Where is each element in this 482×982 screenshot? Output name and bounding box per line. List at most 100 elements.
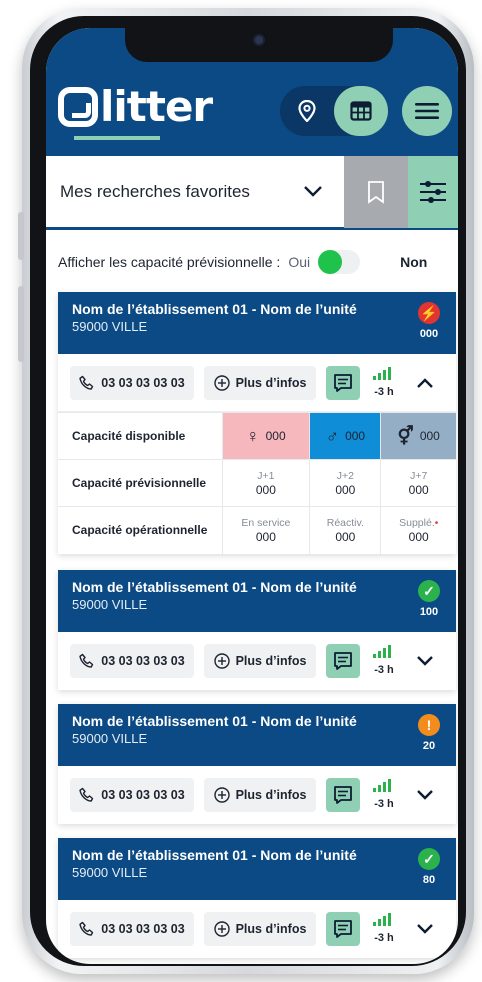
card-actions: 03 03 03 03 03 Plus d’infos -3 h (58, 766, 456, 824)
card-title: Nom de l’établissement 01 - Nom de l’uni… (72, 713, 357, 729)
operational-type-label: En service (241, 516, 291, 529)
more-info-button[interactable]: Plus d’infos (204, 912, 316, 946)
card-actions: 03 03 03 03 03 Plus d’infos -3 h (58, 900, 456, 958)
message-icon (334, 920, 352, 938)
card-header[interactable]: Nom de l’établissement 01 - Nom de l’uni… (58, 292, 456, 354)
card-header[interactable]: Nom de l’établissement 01 - Nom de l’uni… (58, 838, 456, 900)
card-title: Nom de l’établissement 01 - Nom de l’uni… (72, 579, 357, 595)
signal-time: -3 h (374, 664, 394, 676)
favorite-searches-select[interactable]: Mes recherches favorites (46, 156, 458, 230)
capacity-operational-row: Capacité opérationnelle En service 000 Ré… (58, 506, 456, 554)
female-capacity-cell: ♀ 000 (221, 412, 310, 460)
phone-button[interactable]: 03 03 03 03 03 (70, 644, 194, 678)
table-icon (350, 101, 372, 121)
chevron-down-icon (417, 924, 433, 934)
status-indicator: ✓ 80 (416, 848, 442, 886)
signal-indicator: -3 h (370, 778, 398, 810)
more-info-label: Plus d’infos (235, 376, 307, 390)
more-info-button[interactable]: Plus d’infos (204, 778, 316, 812)
card-actions: 03 03 03 03 03 Plus d’infos -3 h (58, 632, 456, 690)
forecast-day-label: J+7 (410, 469, 428, 482)
message-button[interactable] (326, 778, 360, 812)
phone-number: 03 03 03 03 03 (101, 654, 185, 668)
operational-value: 000 (408, 529, 429, 544)
oui-label[interactable]: Oui (288, 254, 310, 270)
card-city: 59000 VILLE (72, 597, 148, 612)
operational-cell: Réactiv. 000 (309, 506, 381, 554)
plus-circle-icon (213, 653, 230, 669)
capacity-forecast-label: Capacité prévisionnelle (58, 459, 222, 507)
card-title: Nom de l’établissement 01 - Nom de l’uni… (72, 847, 357, 863)
chevron-down-icon (417, 656, 433, 666)
more-info-label: Plus d’infos (235, 922, 307, 936)
forecast-value: 000 (335, 482, 356, 497)
signal-bars-icon (373, 367, 391, 380)
chevron-down-icon (304, 186, 322, 197)
signal-bars-icon (373, 645, 391, 658)
plus-circle-icon (213, 787, 230, 803)
message-icon (334, 786, 352, 804)
sliders-icon (420, 181, 446, 203)
operational-value: 000 (255, 529, 276, 544)
capacity-operational-label: Capacité opérationnelle (58, 506, 222, 554)
check-icon: ✓ (418, 848, 440, 870)
phone-number: 03 03 03 03 03 (101, 376, 185, 390)
male-capacity-value: 000 (345, 429, 366, 443)
exclamation-icon: ! (418, 714, 440, 736)
preview-capacity-toggle-row: Afficher les capacité prévisionnelle : O… (58, 250, 450, 274)
phone-button[interactable]: 03 03 03 03 03 (70, 366, 194, 400)
card-title: Nom de l’établissement 01 - Nom de l’uni… (72, 301, 357, 317)
signal-indicator: -3 h (370, 912, 398, 944)
card-header[interactable]: Nom de l’établissement 01 - Nom de l’uni… (58, 704, 456, 766)
bookmark-button[interactable] (344, 156, 408, 228)
location-pin-icon (298, 100, 316, 122)
card-city: 59000 VILLE (72, 731, 148, 746)
forecast-cell: J+1 000 (221, 459, 310, 507)
logo-g-mark (58, 87, 98, 127)
phone-icon (79, 787, 94, 802)
message-button[interactable] (326, 366, 360, 400)
plus-circle-icon (213, 921, 230, 937)
expand-button[interactable] (410, 914, 440, 944)
table-view-button[interactable] (334, 86, 388, 136)
forecast-day-label: J+1 (257, 469, 275, 482)
logo-underline (74, 136, 160, 140)
status-count: 80 (422, 874, 436, 886)
logo-text: litter (100, 82, 213, 131)
capacity-available-row: Capacité disponible ♀ 000 ♂ 000 ⚥ 000 (58, 412, 456, 460)
male-capacity-cell: ♂ 000 (309, 412, 381, 460)
map-view-button[interactable] (280, 86, 334, 136)
collapse-button[interactable] (410, 368, 440, 398)
view-toggle (280, 86, 388, 136)
message-button[interactable] (326, 912, 360, 946)
message-button[interactable] (326, 644, 360, 678)
phone-button[interactable]: 03 03 03 03 03 (70, 778, 194, 812)
operational-cell: En service 000 (221, 506, 310, 554)
side-button (18, 286, 24, 362)
menu-button[interactable] (402, 86, 452, 136)
card-header[interactable]: Nom de l’établissement 01 - Nom de l’uni… (58, 570, 456, 632)
glitter-logo[interactable]: litter (58, 80, 213, 140)
female-icon: ♀ (246, 425, 260, 446)
card-city: 59000 VILLE (72, 319, 148, 334)
operational-type-label: Supplé. (399, 516, 435, 529)
expand-button[interactable] (410, 646, 440, 676)
establishment-card: Nom de l’établissement 01 - Nom de l’uni… (58, 292, 456, 554)
required-dot-icon: • (434, 517, 439, 529)
phone-number: 03 03 03 03 03 (101, 788, 185, 802)
more-info-label: Plus d’infos (235, 654, 307, 668)
expand-button[interactable] (410, 780, 440, 810)
forecast-day-label: J+2 (336, 469, 354, 482)
other-capacity-value: 000 (419, 429, 440, 443)
more-info-button[interactable]: Plus d’infos (204, 644, 316, 678)
filter-button[interactable] (408, 156, 458, 228)
phone-button[interactable]: 03 03 03 03 03 (70, 912, 194, 946)
non-label[interactable]: Non (400, 254, 427, 270)
favorite-searches-label: Mes recherches favorites (60, 182, 250, 201)
preview-capacity-switch[interactable] (318, 250, 361, 274)
plus-circle-icon (213, 375, 230, 391)
card-city: 59000 VILLE (72, 865, 148, 880)
status-indicator: ✓ 100 (416, 580, 442, 618)
capacity-forecast-row: Capacité prévisionnelle J+1 000 J+2 000 J+… (58, 459, 456, 507)
more-info-button[interactable]: Plus d’infos (204, 366, 316, 400)
